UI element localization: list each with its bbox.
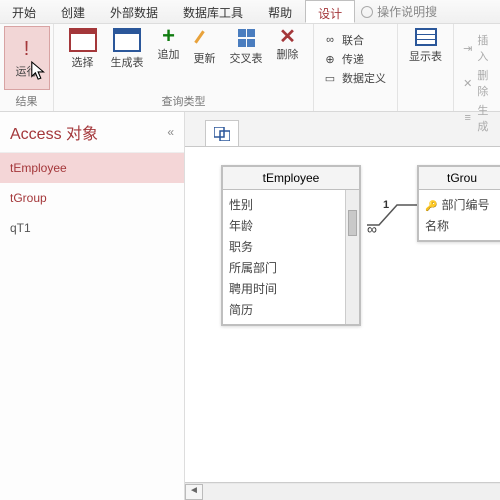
- field-item[interactable]: 聘用时间: [229, 278, 339, 299]
- group-rows: ⇥插入 ✕删除 ≡生成: [454, 24, 498, 111]
- nav-item-temployee[interactable]: tEmployee: [0, 153, 184, 183]
- insert-button[interactable]: ⇥插入: [462, 32, 493, 64]
- key-icon: 🔑: [425, 201, 437, 212]
- build-button[interactable]: ≡生成: [462, 102, 493, 134]
- scrollbar[interactable]: [345, 190, 359, 324]
- table-temployee[interactable]: tEmployee 性别 年龄 职务 所属部门 聘用时间 简历: [221, 165, 361, 326]
- horizontal-scrollbar[interactable]: ◄: [185, 482, 500, 500]
- field-item[interactable]: 性别: [229, 194, 339, 215]
- exclaim-icon: !: [24, 38, 30, 61]
- tab-dbtools[interactable]: 数据库工具: [171, 0, 256, 23]
- nav-header[interactable]: Access 对象 «: [0, 112, 184, 153]
- grid-icon: [69, 28, 97, 52]
- relationship-canvas[interactable]: tEmployee 性别 年龄 职务 所属部门 聘用时间 简历 1 ∞: [185, 146, 500, 482]
- field-item[interactable]: 🔑部门编号: [425, 194, 499, 215]
- ribbon-tabs: 开始 创建 外部数据 数据库工具 帮助 设计 操作说明搜: [0, 0, 500, 24]
- field-item[interactable]: 职务: [229, 236, 339, 257]
- group-advanced: ∞联合 ⊕传递 ▭数据定义: [314, 24, 398, 111]
- tell-me-hint[interactable]: 操作说明搜: [355, 0, 437, 23]
- union-button[interactable]: ∞联合: [322, 32, 386, 48]
- build-icon: ≡: [462, 110, 473, 126]
- tab-design[interactable]: 设计: [305, 0, 355, 23]
- nav-item-tgroup[interactable]: tGroup: [0, 183, 184, 213]
- field-item[interactable]: 名称: [425, 215, 499, 236]
- group-showtable: 显示表: [398, 24, 454, 111]
- passthrough-button[interactable]: ⊕传递: [322, 51, 386, 67]
- select-button[interactable]: 选择: [65, 26, 101, 72]
- plus-icon: +: [161, 28, 177, 44]
- tab-external[interactable]: 外部数据: [98, 0, 171, 23]
- showtable-button[interactable]: 显示表: [405, 26, 446, 66]
- table-header[interactable]: tGrou: [419, 167, 500, 190]
- tab-create[interactable]: 创建: [49, 0, 98, 23]
- table-tgroup[interactable]: tGrou 🔑部门编号 名称: [417, 165, 500, 242]
- field-list: 🔑部门编号 名称: [419, 190, 500, 240]
- design-area: tEmployee 性别 年龄 职务 所属部门 聘用时间 简历 1 ∞: [185, 112, 500, 500]
- table-header[interactable]: tEmployee: [223, 167, 359, 190]
- x-icon: ✕: [280, 28, 296, 44]
- tab-start[interactable]: 开始: [0, 0, 49, 23]
- maketable-button[interactable]: 生成表: [107, 26, 148, 72]
- bulb-icon: [361, 6, 373, 18]
- passthrough-icon: ⊕: [322, 51, 338, 67]
- field-item[interactable]: 年龄: [229, 215, 339, 236]
- field-item[interactable]: 所属部门: [229, 257, 339, 278]
- union-icon: ∞: [322, 32, 338, 48]
- pencil-icon: [195, 28, 215, 48]
- deleterow-button[interactable]: ✕删除: [462, 67, 493, 99]
- grid-icon: [113, 28, 141, 52]
- crosstab-button[interactable]: 交叉表: [226, 26, 267, 72]
- scroll-track[interactable]: [203, 484, 500, 500]
- field-list: 性别 年龄 职务 所属部门 聘用时间 简历: [223, 190, 345, 324]
- update-button[interactable]: 更新: [190, 26, 220, 72]
- delete-icon: ✕: [462, 75, 473, 91]
- nav-item-qt1[interactable]: qT1: [0, 213, 184, 243]
- run-button[interactable]: ! 运行: [4, 26, 50, 90]
- tab-help[interactable]: 帮助: [256, 0, 305, 23]
- field-item[interactable]: 简历: [229, 299, 339, 320]
- append-button[interactable]: +追加: [154, 26, 184, 72]
- query-icon: [214, 127, 230, 141]
- crosstab-icon: [236, 28, 256, 48]
- chevron-icon: «: [167, 125, 174, 139]
- query-tab[interactable]: [205, 120, 239, 146]
- datadef-button[interactable]: ▭数据定义: [322, 70, 386, 86]
- group-querytype: 选择 生成表 +追加 更新 交叉表 ✕删除 查询类型: [54, 24, 314, 111]
- document-tabs: [185, 112, 500, 146]
- datadef-icon: ▭: [322, 70, 338, 86]
- table-icon: [415, 28, 437, 46]
- results-caption: 结果: [0, 93, 53, 109]
- scroll-left-button[interactable]: ◄: [185, 484, 203, 500]
- nav-pane: Access 对象 « tEmployee tGroup qT1: [0, 112, 185, 500]
- querytype-caption: 查询类型: [54, 93, 313, 109]
- insert-icon: ⇥: [462, 40, 473, 56]
- group-results: ! 运行 结果: [0, 24, 54, 111]
- delete-button[interactable]: ✕删除: [273, 26, 303, 72]
- ribbon: ! 运行 结果 选择 生成表 +追加 更新 交叉表 ✕删除 查询类型 ∞联合 ⊕…: [0, 24, 500, 112]
- join-connector-icon: [367, 201, 417, 231]
